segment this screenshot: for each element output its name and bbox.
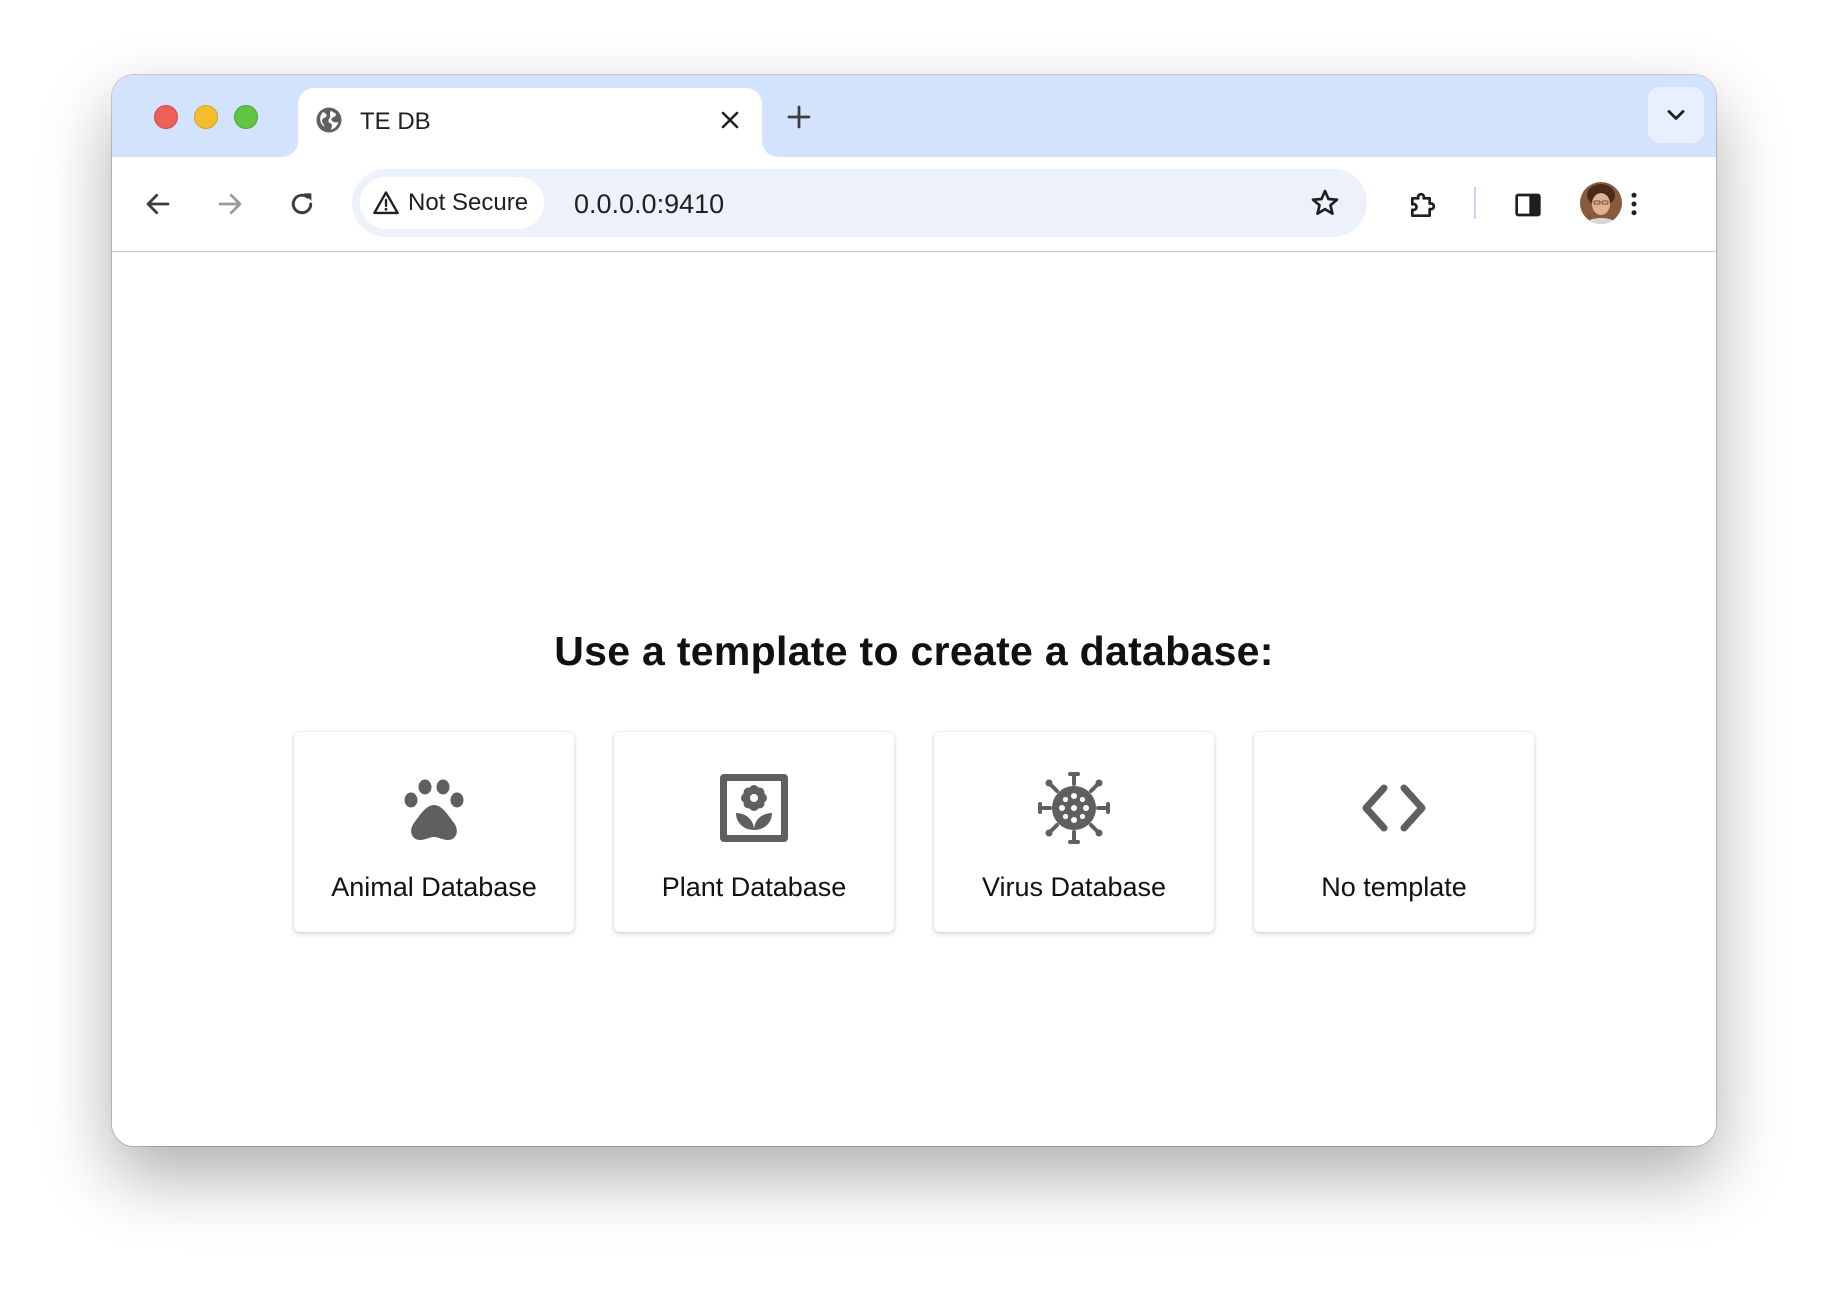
security-chip[interactable]: Not Secure (360, 177, 545, 229)
close-icon[interactable] (716, 106, 744, 134)
star-icon (1311, 189, 1339, 215)
tab-strip: TE DB (112, 75, 1716, 157)
reload-button[interactable] (280, 182, 324, 226)
plus-icon[interactable] (784, 102, 814, 132)
code-icon (1362, 784, 1426, 832)
template-card-virus[interactable]: Virus Database (934, 732, 1214, 932)
page-viewport: Use a template to create a database: Ani… (112, 252, 1716, 1146)
browser-toolbar: Not Secure 0.0.0.0:9410 (112, 157, 1716, 252)
globe-icon (316, 107, 342, 133)
chevron-down-icon (1667, 110, 1685, 120)
template-card-label: Animal Database (331, 872, 537, 902)
side-panel-icon (1515, 193, 1541, 217)
arrow-left-icon (146, 193, 170, 215)
toolbar-divider (1474, 187, 1476, 219)
address-bar[interactable]: Not Secure 0.0.0.0:9410 (352, 169, 1367, 237)
paw-icon (404, 779, 464, 840)
security-label: Not Secure (408, 189, 529, 216)
extensions-button[interactable] (1400, 182, 1444, 226)
browser-window: TE DB Not Secure 0.0.0.0:9410 Use a temp… (112, 75, 1716, 1146)
template-card-label: Plant Database (661, 872, 847, 902)
template-list: Animal Database Plant Database Virus Dat… (294, 732, 1534, 932)
bookmark-button[interactable] (1303, 181, 1347, 225)
page-title: Use a template to create a database: (554, 628, 1274, 674)
puzzle-icon (1411, 192, 1436, 217)
desktop: TE DB Not Secure 0.0.0.0:9410 Use a temp… (0, 0, 1828, 1294)
close-window-button[interactable] (154, 105, 178, 129)
minimize-window-button[interactable] (194, 105, 218, 129)
template-card-animal[interactable]: Animal Database (294, 732, 574, 932)
tab-search-button[interactable] (1648, 87, 1704, 143)
menu-button[interactable] (1612, 182, 1656, 226)
url-text[interactable]: 0.0.0.0:9410 (574, 189, 724, 220)
maximize-window-button[interactable] (234, 105, 258, 129)
side-panel-button[interactable] (1505, 182, 1549, 226)
back-button[interactable] (136, 182, 180, 226)
tab-title: TE DB (360, 108, 431, 135)
tab-active[interactable]: TE DB (298, 88, 762, 157)
template-card-label: No template (1321, 872, 1467, 902)
virus-icon (1038, 772, 1110, 844)
template-card-plant[interactable]: Plant Database (614, 732, 894, 932)
warning-icon (373, 191, 399, 215)
forward-button[interactable] (208, 182, 252, 226)
template-card-label: Virus Database (981, 872, 1167, 902)
kebab-menu-icon (1631, 192, 1637, 216)
arrow-right-icon (218, 193, 242, 215)
reload-icon (291, 193, 313, 215)
flower-frame-icon (720, 774, 788, 842)
template-card-none[interactable]: No template (1254, 732, 1534, 932)
